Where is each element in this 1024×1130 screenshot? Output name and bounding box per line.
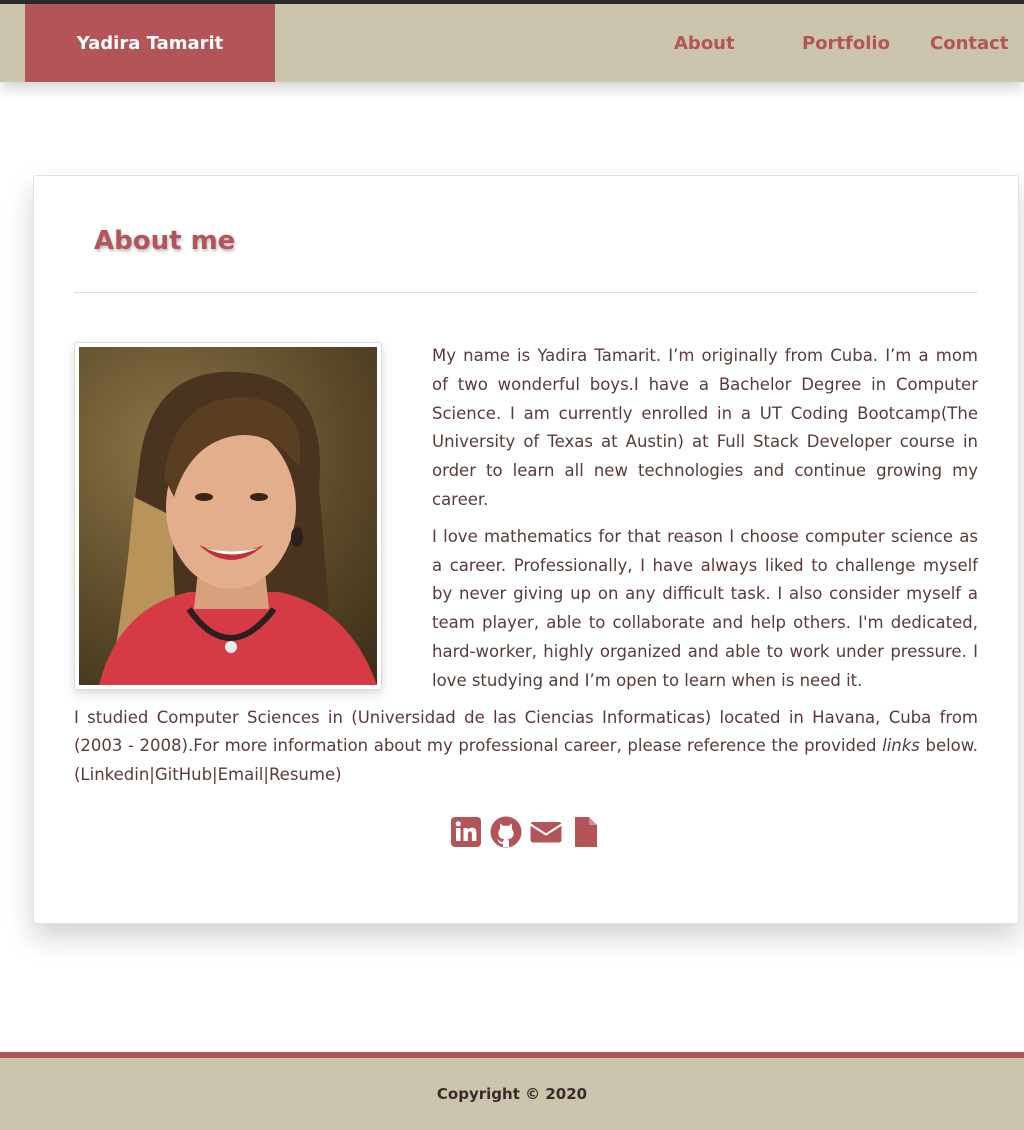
about-title: About me [94, 226, 236, 256]
brand-link[interactable]: Yadira Tamarit [25, 4, 275, 82]
about-body: My name is Yadira Tamarit. I’m originall… [74, 342, 978, 848]
footer: Copyright © 2020 [0, 1058, 1024, 1130]
title-divider [74, 292, 978, 293]
file-icon[interactable] [570, 816, 602, 848]
github-icon[interactable] [490, 816, 522, 848]
about-paragraph-3-start: I studied Computer Sciences in (Universi… [74, 707, 978, 756]
profile-photo-frame [74, 342, 382, 690]
envelope-icon[interactable] [530, 816, 562, 848]
about-card: About me My name is Yadira Tamarit. I’m … [33, 175, 1019, 924]
about-paragraph-3: I studied Computer Sciences in (Universi… [74, 704, 978, 790]
profile-photo-illustration [99, 371, 377, 685]
linkedin-icon[interactable] [450, 816, 482, 848]
social-icons [74, 798, 978, 848]
navbar: Yadira Tamarit About Portfolio Contact [0, 4, 1024, 82]
profile-photo [79, 347, 377, 685]
nav-portfolio-link[interactable]: Portfolio [802, 4, 890, 82]
copyright-text: Copyright © 2020 [436, 1085, 588, 1103]
nav-contact-link[interactable]: Contact [930, 4, 1008, 82]
nav-about-link[interactable]: About [674, 4, 735, 82]
links-emphasis: links [882, 736, 920, 756]
